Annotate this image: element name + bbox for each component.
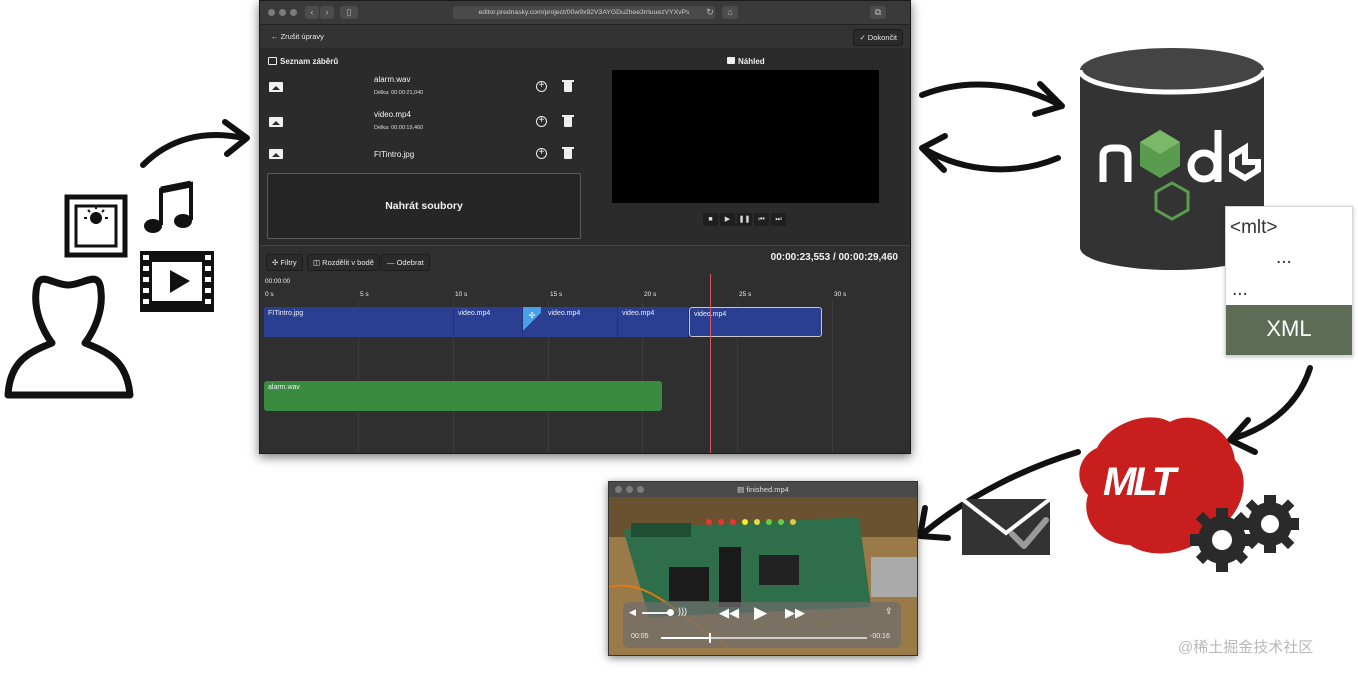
player-title: finished.mp4	[746, 485, 789, 494]
timeline-audio-clip[interactable]: alarm.wav	[264, 381, 662, 411]
player-titlebar: ▤ finished.mp4	[609, 482, 917, 497]
fast-forward-icon[interactable]: ▶▶	[785, 605, 805, 621]
clip-list-title: Seznam záběrů	[280, 57, 339, 66]
tick-label: 5 s	[360, 291, 369, 298]
transition-icon[interactable]: ✣	[523, 307, 541, 337]
volume-slider[interactable]	[642, 612, 670, 614]
split-button[interactable]: ◫ Rozdělit v bodě	[307, 254, 380, 271]
minus-icon: —	[387, 258, 397, 267]
xml-tag: <mlt>	[1230, 217, 1278, 238]
gridline	[832, 299, 833, 453]
skip-forward-icon[interactable]: ⏭	[771, 213, 786, 226]
xml-ellipsis: ...	[1232, 279, 1248, 300]
reload-icon[interactable]: ↻	[703, 6, 717, 19]
clip-duration: Délka: 00:00:19,460	[374, 125, 424, 131]
add-clip-icon[interactable]: +	[536, 148, 547, 159]
minimize-window-icon[interactable]	[279, 9, 286, 16]
xml-document: <mlt> ... ... XML	[1225, 206, 1353, 356]
delete-clip-icon[interactable]	[562, 115, 574, 127]
xml-label: XML	[1226, 305, 1352, 355]
home-icon[interactable]: ⌂	[722, 6, 738, 19]
player-controls: ◀ ))) ◀◀ ▶ ▶▶ ⇪ 00:05 -00:16	[623, 602, 901, 648]
add-clip-icon[interactable]: +	[536, 116, 547, 127]
tabs-icon[interactable]: ⧉	[870, 6, 886, 19]
music-note-icon	[144, 180, 193, 233]
cursor-time: 00:00:00	[265, 278, 291, 285]
timecode: 00:00:23,553 / 00:00:29,460	[770, 252, 898, 263]
zoom-window-icon[interactable]	[637, 486, 644, 493]
sync-arrows	[919, 81, 1065, 173]
timeline-video-clip[interactable]: FITintro.jpg	[264, 307, 454, 337]
video-film-icon	[140, 251, 214, 312]
tick-label: 15 s	[550, 291, 563, 298]
remove-button[interactable]: — Odebrat	[381, 254, 430, 271]
volume-icon[interactable]: ◀	[629, 607, 636, 618]
timeline-video-clip[interactable]: video.mp4	[454, 307, 523, 337]
clip-duration: Délka: 00:00:21,040	[374, 90, 424, 96]
progress-fill	[661, 637, 711, 639]
image-icon	[269, 82, 283, 92]
play-icon[interactable]: ▶	[754, 603, 767, 623]
preview-title: Náhled	[738, 57, 765, 66]
elapsed-time: 00:05	[631, 633, 649, 640]
done-button[interactable]: ✓ Dokončit	[853, 29, 903, 46]
minimize-window-icon[interactable]	[626, 486, 633, 493]
image-icon	[269, 117, 283, 127]
delete-clip-icon[interactable]	[562, 80, 574, 92]
clips-icon	[268, 57, 277, 65]
progress-bar[interactable]	[661, 633, 867, 643]
stop-icon[interactable]: ■	[703, 213, 718, 226]
timeline-video-clip[interactable]: video.mp4	[618, 307, 689, 337]
render-arrow	[1227, 365, 1313, 455]
share-icon[interactable]: ⇪	[885, 606, 893, 617]
pause-icon[interactable]: ❚❚	[737, 213, 752, 226]
xml-ellipsis: ...	[1276, 247, 1292, 268]
play-icon[interactable]: ▶	[720, 213, 735, 226]
image-icon	[269, 149, 283, 159]
file-icon: ▤	[737, 485, 747, 494]
progress-knob[interactable]	[709, 633, 712, 643]
user-icon	[4, 275, 134, 399]
add-clip-icon[interactable]: +	[536, 81, 547, 92]
preview-icon	[727, 57, 735, 64]
video-player-window: ▤ finished.mp4 ◀ ))) ◀◀ ▶ ▶▶ ⇪ 00:05 -00…	[608, 481, 918, 656]
playhead[interactable]	[710, 274, 711, 453]
image-file-icon	[64, 194, 128, 258]
zoom-window-icon[interactable]	[290, 9, 297, 16]
rewind-icon[interactable]: ◀◀	[719, 605, 739, 621]
url-bar[interactable]: editor.prednasky.com/project/00w9x92V3AY…	[453, 6, 715, 19]
clip-name: video.mp4	[374, 110, 411, 119]
delete-clip-icon[interactable]	[562, 147, 574, 159]
tick-label: 20 s	[644, 291, 657, 298]
split-icon: ◫	[313, 258, 323, 267]
filters-button[interactable]: ✣ Filtry	[266, 254, 303, 271]
clip-name: alarm.wav	[374, 75, 411, 84]
browser-titlebar: ‹ › ▯ editor.prednasky.com/project/00w9x…	[260, 1, 910, 25]
forward-icon[interactable]: ›	[320, 6, 334, 19]
remaining-time: -00:16	[870, 633, 890, 640]
mlt-logo-text: MLT	[1103, 460, 1176, 504]
timeline-video-clip-selected[interactable]: video.mp4	[689, 307, 822, 337]
tick-label: 25 s	[739, 291, 752, 298]
clip-name: FITintro.jpg	[374, 150, 415, 159]
volume-knob[interactable]	[667, 609, 674, 616]
cancel-edits-button[interactable]: ← Zrušit úpravy	[266, 29, 329, 44]
upload-arrow	[140, 119, 250, 168]
email-check-icon	[960, 497, 1052, 555]
tick-label: 30 s	[834, 291, 847, 298]
back-icon[interactable]: ‹	[305, 6, 319, 19]
editor-toolbar: ← Zrušit úpravy ✓ Dokončit	[260, 25, 910, 48]
close-window-icon[interactable]	[268, 9, 275, 16]
upload-files-button[interactable]: Nahrát soubory	[267, 173, 581, 239]
tick-label: 10 s	[455, 291, 468, 298]
watermark: @稀土掘金技术社区	[1178, 639, 1314, 656]
tick-label: 0 s	[265, 291, 274, 298]
close-window-icon[interactable]	[615, 486, 622, 493]
editor-window: ‹ › ▯ editor.prednasky.com/project/00w9x…	[259, 0, 911, 454]
sidebar-icon[interactable]: ▯	[340, 6, 358, 19]
video-preview	[612, 70, 879, 203]
skip-back-icon[interactable]: ⏮	[754, 213, 769, 226]
volume-max-icon: )))	[678, 606, 687, 616]
